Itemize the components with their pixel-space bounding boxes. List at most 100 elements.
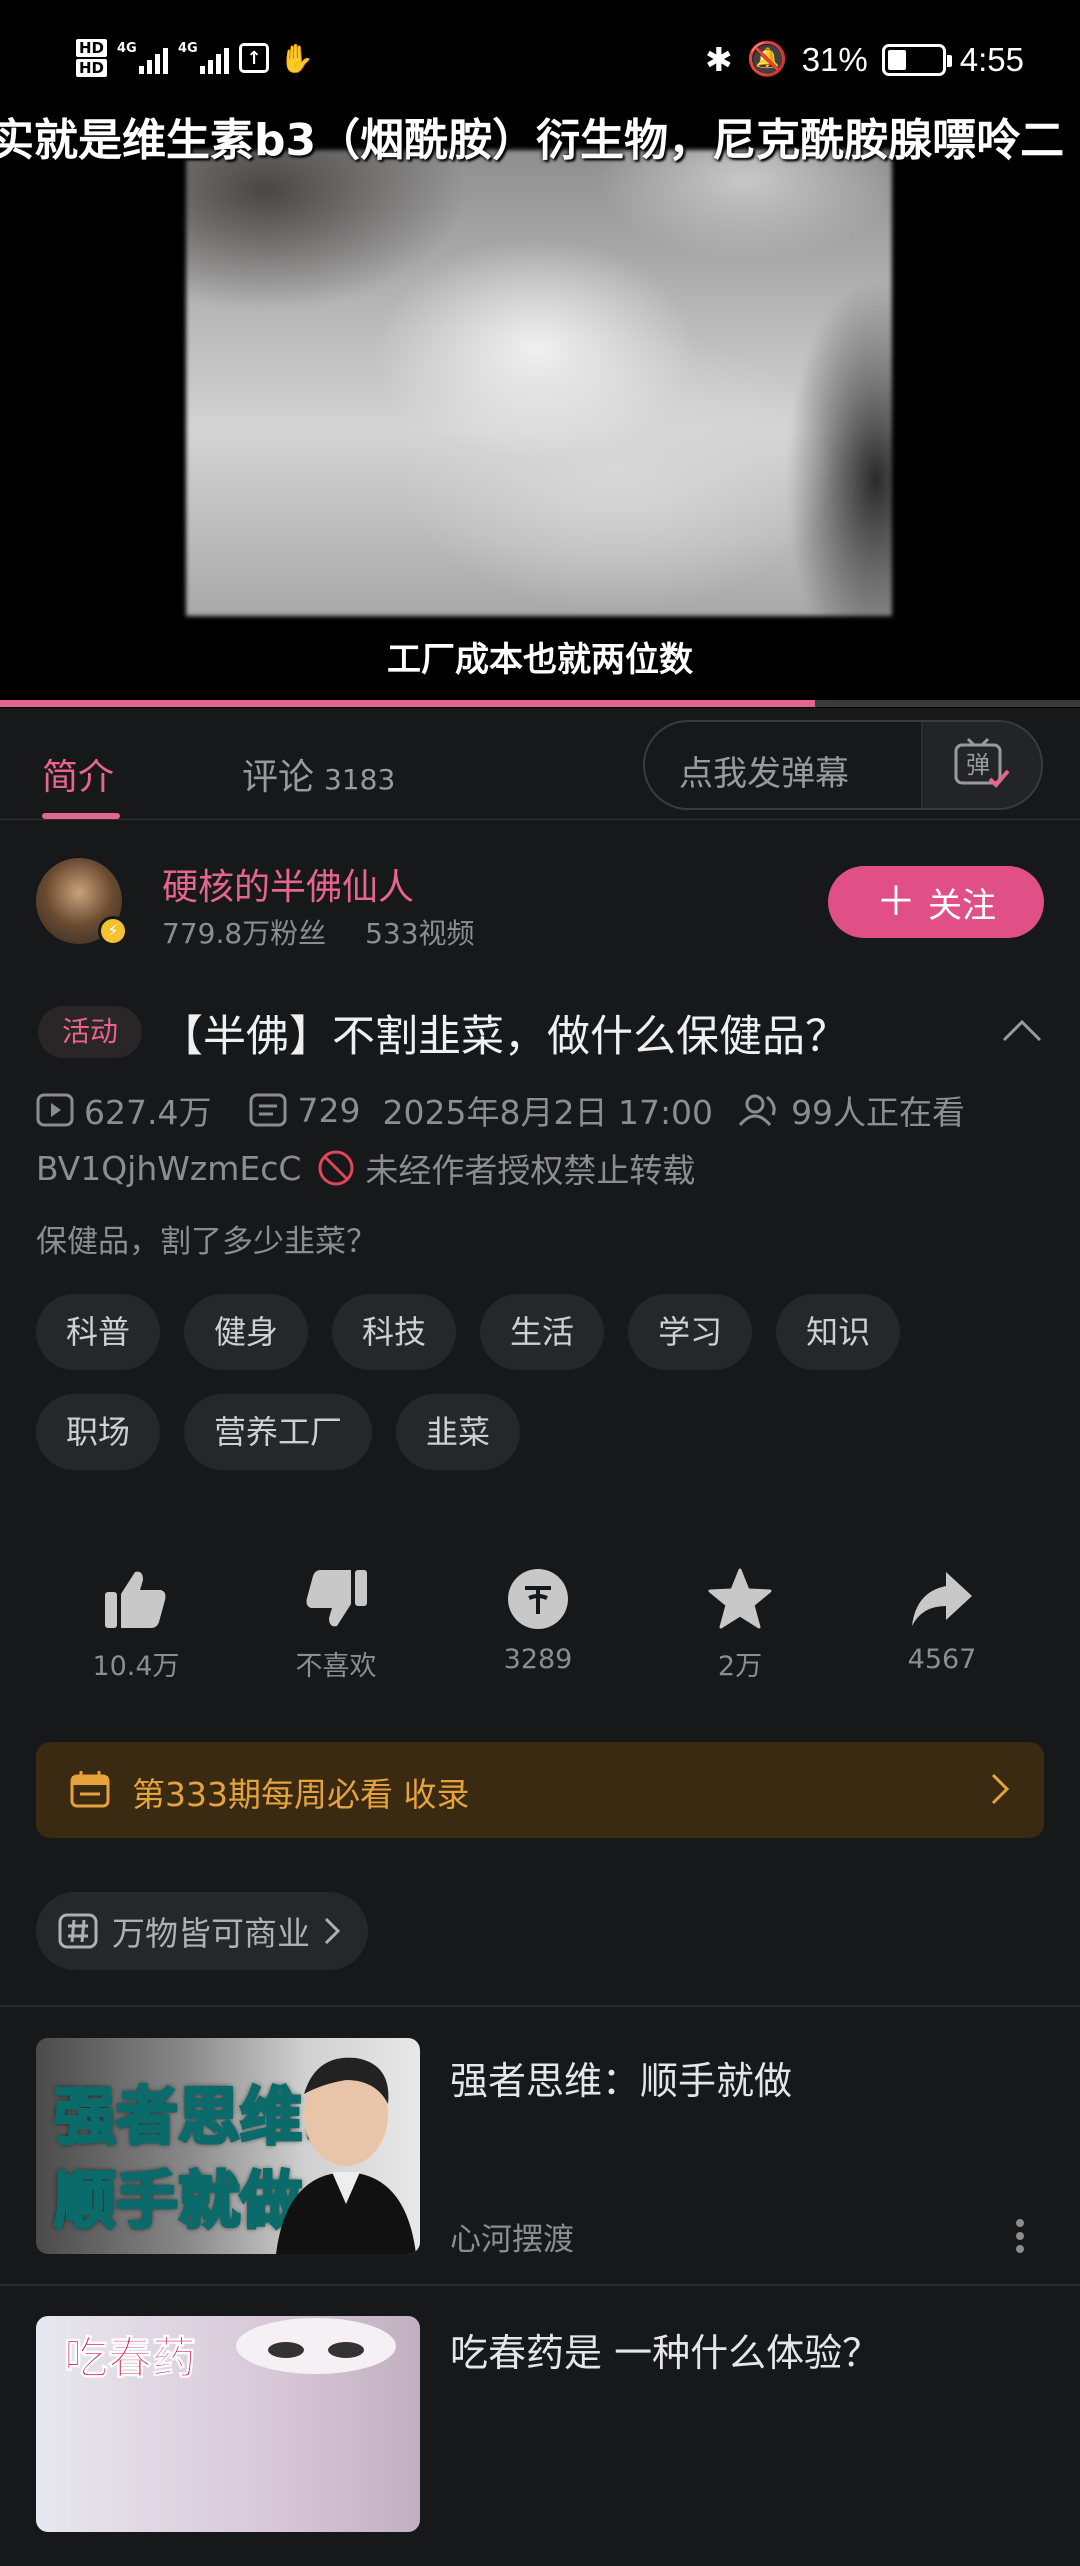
hd-icon: HD HD: [76, 38, 108, 78]
tab-comments-label: 评论: [242, 757, 315, 798]
coin-icon: [508, 1569, 568, 1629]
tag-chip[interactable]: 生活: [480, 1294, 605, 1370]
status-bar: HD HD 4G 4G ↑ ✋ ✱ 🔕 31% 4:55: [0, 0, 1080, 120]
activity-badge: 活动: [38, 1006, 142, 1058]
thumbs-up-icon: [105, 1571, 166, 1628]
follow-button[interactable]: ＋ 关注: [828, 866, 1044, 938]
calendar-icon: [70, 1771, 110, 1808]
author-name[interactable]: 硬核的半佛仙人: [162, 858, 414, 910]
author-stats: 779.8万粉丝 533视频: [162, 912, 505, 952]
tag-chip[interactable]: 健身: [184, 1294, 309, 1370]
thumbnail-text: 吃春药: [64, 2333, 197, 2385]
video-frame: [186, 150, 892, 616]
recommended-title: 吃春药是 一种什么体验？: [450, 2331, 881, 2375]
tab-bar: 简介 评论 3183 点我发弹幕 弹: [0, 708, 1080, 820]
upload-icon: ↑: [239, 43, 270, 73]
video-progress-fill: [0, 700, 816, 707]
clock: 4:55: [959, 40, 1024, 78]
bvid[interactable]: BV1QjhWzmEcC: [36, 1149, 301, 1188]
tag-chip[interactable]: 学习: [628, 1294, 753, 1370]
video-meta: 627.4万 729 2025年8月2日 17:00 99人正在看: [36, 1086, 965, 1134]
hand-icon: ✋: [279, 41, 314, 75]
topic-chip[interactable]: 万物皆可商业: [36, 1892, 368, 1970]
danmaku-input[interactable]: 点我发弹幕 弹: [643, 720, 1043, 810]
danmaku-count-icon: [249, 1093, 287, 1127]
tag-chip[interactable]: 科技: [332, 1294, 457, 1370]
more-options-icon[interactable]: [1012, 2218, 1028, 2254]
video-title: 【半佛】不割韭菜，做什么保健品？: [160, 1012, 848, 1062]
dislike-label: 不喜欢: [295, 1651, 377, 1682]
like-count: 10.4万: [92, 1651, 180, 1682]
star-icon: [708, 1568, 772, 1629]
share-button[interactable]: 4567: [842, 1568, 1042, 1675]
section-divider: [0, 2005, 1080, 2007]
tag-chip[interactable]: 韭菜: [396, 1394, 521, 1470]
battery-percent: 31%: [801, 40, 868, 78]
hashtag-icon: [58, 1913, 98, 1949]
bluetooth-icon: ✱: [704, 41, 733, 78]
play-count-icon: [36, 1093, 74, 1127]
comments-count: 3183: [324, 763, 396, 796]
watching-count: 99人正在看: [791, 1093, 966, 1132]
svg-text:弹: 弹: [966, 751, 990, 779]
signal-icon-2: 4G: [178, 42, 230, 74]
coin-button[interactable]: 3289: [438, 1568, 638, 1675]
weekly-collection-banner[interactable]: 第333期每周必看 收录: [36, 1742, 1044, 1838]
author-avatar[interactable]: ⚡: [36, 858, 128, 946]
coin-count: 3289: [503, 1644, 573, 1675]
action-bar: 10.4万 不喜欢 3289 2万 4567: [0, 1568, 1080, 1698]
no-repost-icon: [318, 1150, 354, 1186]
like-button[interactable]: 10.4万: [36, 1568, 236, 1683]
follow-label: 关注: [928, 885, 996, 926]
author-fans: 779.8万粉丝: [162, 917, 327, 950]
tag-chip[interactable]: 职场: [36, 1394, 161, 1470]
video-description: 保健品，割了多少韭菜？: [36, 1224, 377, 1260]
video-progress-bar[interactable]: [0, 700, 1080, 707]
copyright-notice: 未经作者授权禁止转载: [365, 1151, 696, 1190]
video-player[interactable]: 实就是维生素b3（烟酰胺）衍生物，尼克酰胺腺嘌呤二 工厂成本也就两位数 HD HD…: [0, 0, 1080, 708]
recommended-title: 强者思维：顺手就做: [450, 2059, 793, 2103]
topic-label: 万物皆可商业: [112, 1914, 310, 1953]
video-thumbnail[interactable]: 吃春药: [36, 2316, 420, 2532]
recommended-video[interactable]: 强者思维: 顺手就做 强者思维：顺手就做 心河摆渡: [0, 2038, 1080, 2288]
danmaku-count: 729: [297, 1090, 361, 1130]
tag-chip[interactable]: 营养工厂: [184, 1394, 373, 1470]
recommended-video[interactable]: 吃春药 吃春药是 一种什么体验？: [0, 2316, 1080, 2566]
danmaku-toggle-button[interactable]: 弹: [923, 722, 1041, 808]
signal-icon: 4G: [117, 42, 169, 74]
chevron-right-icon: [324, 1917, 340, 1945]
recommended-author[interactable]: 心河摆渡: [450, 2214, 574, 2259]
share-count: 4567: [907, 1644, 977, 1675]
mute-bell-icon: 🔕: [746, 40, 788, 77]
list-divider: [0, 2284, 1080, 2286]
plus-icon: ＋: [876, 879, 916, 925]
share-icon: [912, 1572, 972, 1626]
thumbnail-text: 顺手就做: [52, 2163, 303, 2239]
video-thumbnail[interactable]: 强者思维: 顺手就做: [36, 2038, 420, 2254]
lightning-badge-icon: ⚡: [98, 916, 128, 946]
danmaku-icon: 弹: [954, 737, 1010, 788]
thumbs-down-icon: [306, 1570, 367, 1627]
play-count: 627.4万: [84, 1093, 212, 1132]
tag-chip[interactable]: 知识: [776, 1294, 901, 1370]
battery-icon: [881, 43, 952, 76]
person-thumbnail-icon: [276, 2057, 416, 2254]
dislike-button[interactable]: 不喜欢: [236, 1568, 436, 1683]
author-video-count: 533视频: [365, 917, 475, 950]
danmaku-placeholder: 点我发弹幕: [679, 754, 849, 794]
favorite-button[interactable]: 2万: [640, 1568, 840, 1683]
video-meta-2: BV1QjhWzmEcC 未经作者授权禁止转载: [36, 1144, 695, 1192]
tab-intro[interactable]: 简介: [42, 748, 114, 800]
tab-comments[interactable]: 评论 3183: [242, 748, 395, 800]
mask-thumbnail-icon: [236, 2318, 396, 2374]
tab-indicator: [42, 813, 120, 819]
viewers-icon: [738, 1094, 776, 1126]
publish-date: 2025年8月2日 17:00: [382, 1093, 714, 1132]
favorite-count: 2万: [717, 1651, 763, 1682]
tag-chip[interactable]: 科普: [36, 1294, 161, 1370]
chevron-right-icon: [991, 1773, 1010, 1805]
chevron-up-icon[interactable]: [1002, 1018, 1042, 1042]
tag-list: 科普 健身 科技 生活 学习 知识 职场 营养工厂 韭菜: [36, 1294, 1046, 1470]
collection-text: 第333期每周必看 收录: [132, 1775, 470, 1814]
video-subtitle: 工厂成本也就两位数: [387, 640, 693, 680]
